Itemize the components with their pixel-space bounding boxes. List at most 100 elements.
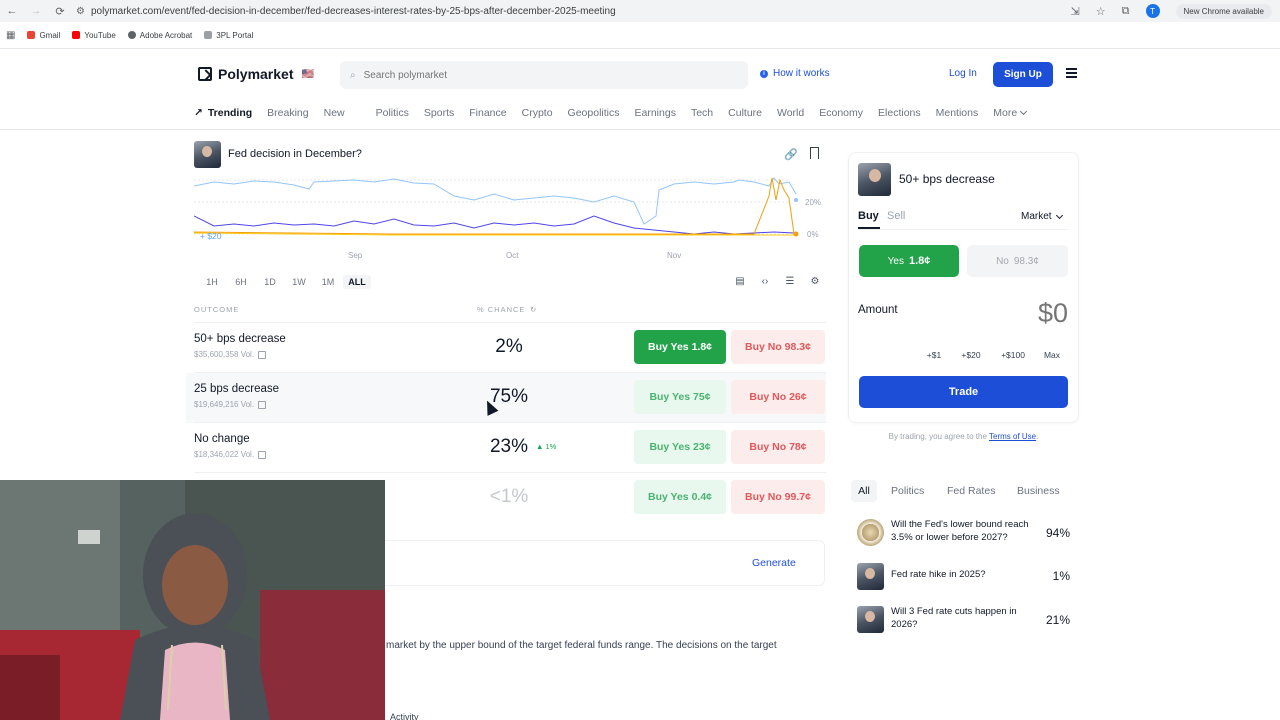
category-tech[interactable]: Tech — [691, 107, 713, 119]
buy-yes-button[interactable]: Buy Yes 75¢ — [634, 380, 726, 414]
category-geopolitics[interactable]: Geopolitics — [568, 107, 620, 119]
back-icon[interactable]: ← — [0, 5, 24, 17]
tab-buy[interactable]: Buy — [858, 210, 879, 222]
buy-yes-button[interactable]: Buy Yes 23¢ — [634, 430, 726, 464]
url-text[interactable]: polymarket.com/event/fed-decision-in-dec… — [91, 6, 616, 17]
buy-yes-button[interactable]: Buy Yes 0.4¢ — [634, 480, 726, 514]
bookmark-3pl-portal[interactable]: 3PL Portal — [204, 31, 253, 40]
embed-code-icon[interactable]: ‹› — [759, 275, 771, 287]
extensions-icon[interactable]: ⧉ — [1122, 5, 1130, 18]
category-elections[interactable]: Elections — [878, 107, 921, 119]
category-politics[interactable]: Politics — [376, 107, 409, 119]
related-tab-fed-rates[interactable]: Fed Rates — [947, 485, 995, 497]
chance-delta: ▲ 1% — [536, 442, 557, 451]
buy-no-button[interactable]: Buy No 78¢ — [731, 430, 825, 464]
related-tab-all[interactable]: All — [851, 480, 877, 502]
category-sports[interactable]: Sports — [424, 107, 454, 119]
bookmark-gmail[interactable]: Gmail — [27, 31, 60, 40]
apps-grid-icon[interactable]: ▦ — [6, 30, 15, 41]
login-link[interactable]: Log In — [949, 68, 977, 79]
market-image — [194, 141, 221, 168]
category-trending[interactable]: ↗ Trending — [194, 107, 252, 119]
webcam-switch — [78, 530, 100, 544]
generate-button[interactable]: Generate — [752, 557, 796, 569]
how-it-works-link[interactable]: i How it works — [760, 68, 830, 79]
signup-button[interactable]: Sign Up — [993, 62, 1053, 87]
amount-label: Amount — [858, 304, 898, 316]
refresh-icon[interactable]: ↻ — [530, 305, 536, 314]
related-market-chance: 21% — [1045, 613, 1070, 627]
buy-no-button[interactable]: Buy No 26¢ — [731, 380, 825, 414]
category-new[interactable]: New — [324, 107, 345, 119]
bookmark-icon[interactable] — [810, 147, 819, 159]
category-breaking[interactable]: Breaking — [267, 107, 308, 119]
trade-button[interactable]: Trade — [859, 376, 1068, 408]
quick-add-1[interactable]: +$1 — [922, 348, 946, 362]
install-icon[interactable]: ⇲ — [1071, 5, 1080, 18]
no-outcome-button[interactable]: No 98.3¢ — [967, 245, 1068, 277]
quick-add-20[interactable]: +$20 — [956, 348, 986, 362]
address-bar[interactable]: ⚙ polymarket.com/event/fed-decision-in-d… — [76, 6, 1071, 17]
order-type-dropdown[interactable]: Market — [1021, 211, 1063, 222]
bookmark-adobe-acrobat[interactable]: Adobe Acrobat — [127, 31, 192, 40]
category-economy[interactable]: Economy — [819, 107, 863, 119]
chart-endpoint-50bps — [793, 231, 799, 237]
terms-of-use-link[interactable]: Terms of Use — [989, 432, 1036, 441]
category-mentions[interactable]: Mentions — [936, 107, 979, 119]
buy-yes-button[interactable]: Buy Yes 1.8¢ — [634, 330, 726, 364]
series-50bps-line — [194, 177, 795, 235]
header-divider — [0, 129, 1280, 130]
time-filter-all[interactable]: ALL — [343, 275, 371, 289]
outcome-name[interactable]: 50+ bps decrease — [194, 333, 286, 345]
chart-tools: ▤ ‹› ☰ ⚙ — [734, 275, 821, 287]
globe-icon — [127, 31, 136, 39]
search-bar[interactable]: ⌕ — [340, 61, 748, 89]
time-filter-1m[interactable]: 1M — [314, 275, 342, 289]
quick-add-max[interactable]: Max — [1040, 348, 1064, 362]
profile-avatar[interactable]: T — [1145, 4, 1160, 18]
link-icon[interactable]: 🔗 — [784, 148, 798, 161]
star-icon[interactable]: ☆ — [1096, 5, 1106, 18]
chevron-down-icon — [1055, 211, 1063, 219]
outcome-name[interactable]: No change — [194, 433, 250, 445]
category-finance[interactable]: Finance — [469, 107, 506, 119]
related-market-question[interactable]: Fed rate hike in 2025? — [891, 569, 1041, 582]
sliders-icon[interactable]: ☰ — [784, 275, 796, 287]
time-filter-1w[interactable]: 1W — [285, 275, 313, 289]
logo-icon — [198, 67, 212, 81]
x-tick-sep: Sep — [348, 251, 363, 260]
time-filter-1h[interactable]: 1H — [198, 275, 226, 289]
chrome-update-pill[interactable]: New Chrome available — [1175, 3, 1272, 19]
related-market-question[interactable]: Will the Fed's lower bound reach 3.5% or… — [891, 519, 1041, 545]
related-market-question[interactable]: Will 3 Fed rate cuts happen in 2026? — [891, 606, 1041, 632]
site-info-icon[interactable]: ⚙ — [76, 6, 85, 17]
category-more[interactable]: More — [993, 107, 1028, 119]
quick-add-100[interactable]: +$100 — [996, 348, 1030, 362]
buy-no-button[interactable]: Buy No 99.7¢ — [731, 480, 825, 514]
buy-no-button[interactable]: Buy No 98.3¢ — [731, 330, 825, 364]
document-icon[interactable]: ▤ — [734, 275, 746, 287]
webcam-cushion — [0, 655, 60, 720]
related-tab-business[interactable]: Business — [1017, 485, 1060, 497]
outcome-chance: 2% — [495, 336, 523, 357]
settings-gear-icon[interactable]: ⚙ — [809, 275, 821, 287]
outcome-name[interactable]: 25 bps decrease — [194, 383, 279, 395]
category-culture[interactable]: Culture — [728, 107, 762, 119]
time-filter-1d[interactable]: 1D — [256, 275, 284, 289]
activity-tab[interactable]: Activity — [390, 712, 419, 720]
bookmark-youtube[interactable]: YouTube — [72, 31, 116, 40]
amount-input[interactable] — [990, 298, 1068, 329]
forward-icon[interactable]: → — [24, 5, 48, 17]
category-earnings[interactable]: Earnings — [635, 107, 676, 119]
polymarket-logo[interactable]: Polymarket 🇺🇸 — [198, 66, 314, 82]
youtube-icon — [72, 31, 81, 39]
category-world[interactable]: World — [777, 107, 804, 119]
tab-sell[interactable]: Sell — [887, 210, 905, 222]
search-input[interactable] — [363, 69, 724, 81]
yes-outcome-button[interactable]: Yes 1.8¢ — [859, 245, 959, 277]
hamburger-menu-icon[interactable] — [1066, 68, 1077, 78]
category-crypto[interactable]: Crypto — [522, 107, 553, 119]
reload-icon[interactable]: ⟳ — [48, 5, 72, 18]
time-filter-6h[interactable]: 6H — [227, 275, 255, 289]
related-tab-politics[interactable]: Politics — [891, 485, 924, 497]
